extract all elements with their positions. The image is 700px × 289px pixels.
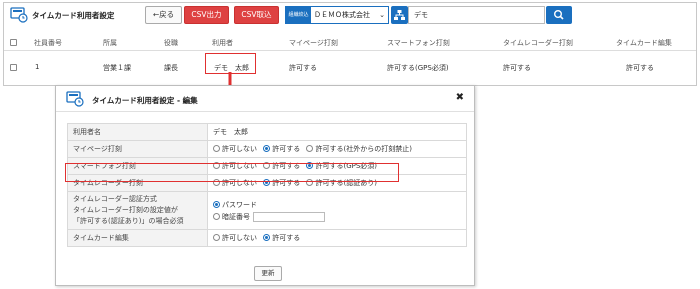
column-header-employee-no: 社員番号 [34,39,62,47]
page-title: タイムカード利用者設定 [32,11,115,20]
row-checkbox[interactable] [10,64,17,71]
search-button[interactable] [546,6,572,24]
mypage-option-allow[interactable]: 許可する [263,144,300,154]
timecard-app-icon [66,91,84,107]
radio-button[interactable] [213,200,220,208]
radio-button[interactable] [213,234,220,241]
auth-note-1: タイムレコーダー打刻の設定値が [73,206,178,214]
edit-option-allow[interactable]: 許可する [263,233,300,243]
auth-option-password[interactable]: パスワード [213,199,461,211]
option-label: 許可する [272,234,301,242]
column-header-recorder: タイムレコーダー打刻 [503,39,573,47]
chevron-down-icon: ⌄ [379,11,385,19]
form-row-auth: タイムレコーダー認証方式 タイムレコーダー打刻の設定値が 「許可する(認証あり)… [67,191,467,230]
column-header-department: 所属 [103,39,117,47]
column-header-smartphone: スマートフォン打刻 [387,39,450,47]
screen: タイムカード利用者設定 ←戻る CSV出力 CSV取込 組織絞込 ＤＥＭＯ株式会… [0,0,700,289]
dialog-header: タイムカード利用者設定 - 編集 ✖ [56,86,474,112]
select-all-checkbox[interactable] [10,39,17,46]
form-row-mypage: マイページ打刻 許可しない 許可する 許可する(社外からの打刻禁止) [67,140,467,158]
radio-button[interactable] [306,145,314,152]
edit-label: タイムカード編集 [67,229,208,247]
organization-filter-label: 組織絞込 [286,7,311,23]
form-row-edit: タイムカード編集 許可しない 許可する [67,229,467,247]
table-row[interactable]: 1 営業１課 課長 デモ 太郎 許可する 許可する(GPS必須) 許可する 許可… [4,55,696,77]
row-recorder: 許可する [503,64,531,72]
user-name-value: デモ 太郎 [207,123,467,141]
org-tree-button[interactable] [391,6,408,24]
edit-dialog: タイムカード利用者設定 - 編集 ✖ 利用者名 デモ 太郎 マイページ打刻 許可… [55,85,475,286]
user-highlight-box [205,53,256,74]
form-row-user: 利用者名 デモ 太郎 [67,123,467,141]
mypage-option-deny[interactable]: 許可しない [213,144,257,154]
row-department: 営業１課 [103,64,131,72]
auth-option-pin[interactable]: 暗証番号 [213,211,461,223]
option-label: 許可する [272,145,301,153]
background-page: タイムカード利用者設定 ←戻る CSV出力 CSV取込 組織絞込 ＤＥＭＯ株式会… [3,2,697,86]
column-header-user: 利用者 [212,39,233,47]
mypage-label: マイページ打刻 [67,140,208,158]
dialog-title: タイムカード利用者設定 - 編集 [92,96,198,105]
edit-option-deny[interactable]: 許可しない [213,233,257,243]
option-label: 許可しない [222,234,257,242]
option-label: 暗証番号 [222,212,250,221]
smartphone-highlight-box [65,163,399,182]
row-position: 課長 [164,64,178,72]
organization-filter-select[interactable]: 組織絞込 ＤＥＭＯ株式会社 ⌄ [285,6,389,24]
settings-form: 利用者名 デモ 太郎 マイページ打刻 許可しない 許可する 許可する(社外からの… [67,123,467,247]
csv-export-button[interactable]: CSV出力 [184,6,229,24]
radio-button[interactable] [263,234,271,241]
table-header: 社員番号 所属 役職 利用者 マイページ打刻 スマートフォン打刻 タイムレコーダ… [4,33,696,51]
auth-note-2: 「許可する(認証あり)」の場合必須 [73,217,184,225]
search-input[interactable]: デモ [408,6,545,24]
mypage-option-allow-internal[interactable]: 許可する(社外からの打刻禁止) [306,144,412,154]
row-employee-no: 1 [35,63,40,71]
update-button[interactable]: 更新 [254,266,282,281]
option-label: 許可する(社外からの打刻禁止) [315,145,412,153]
back-button[interactable]: ←戻る [145,6,182,24]
radio-button[interactable] [213,212,220,220]
csv-import-button[interactable]: CSV取込 [234,6,279,24]
radio-button[interactable] [263,145,271,152]
auth-label: タイムレコーダー認証方式 [73,195,157,203]
row-smartphone: 許可する(GPS必須) [387,64,449,72]
option-label: パスワード [222,200,257,209]
user-label: 利用者名 [67,123,208,141]
row-edit: 許可する [626,64,654,72]
search-icon [553,9,564,20]
toolbar: タイムカード利用者設定 ←戻る CSV出力 CSV取込 組織絞込 ＤＥＭＯ株式会… [4,3,696,29]
column-header-position: 役職 [164,39,178,47]
column-header-edit: タイムカード編集 [616,39,672,47]
timecard-app-icon [10,7,28,23]
close-icon[interactable]: ✖ [456,92,464,103]
row-mypage: 許可する [289,64,317,72]
option-label: 許可しない [222,145,257,153]
column-header-mypage: マイページ打刻 [289,39,338,47]
radio-button[interactable] [213,145,220,152]
org-tree-icon [394,10,405,20]
auth-label-cell: タイムレコーダー認証方式 タイムレコーダー打刻の設定値が 「許可する(認証あり)… [67,191,208,230]
organization-filter-value: ＤＥＭＯ株式会社 [314,11,370,19]
pin-input[interactable] [253,211,325,222]
